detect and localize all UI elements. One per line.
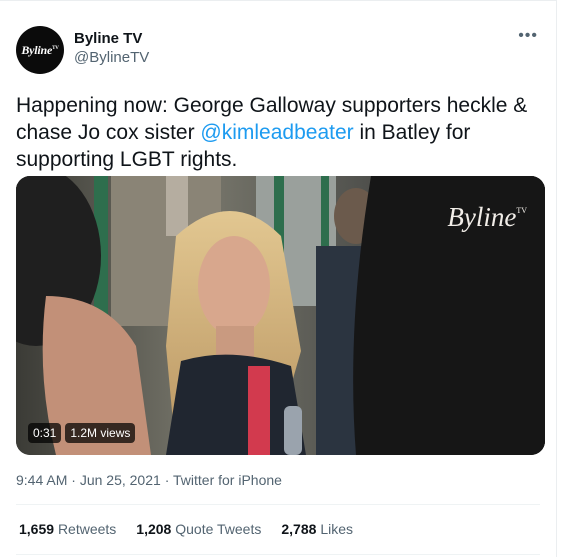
avatar[interactable]: BylineTV bbox=[16, 26, 64, 74]
divider bbox=[16, 554, 540, 555]
tweet-card: BylineTV Byline TV @BylineTV ••• Happeni… bbox=[0, 0, 557, 557]
retweets-stat[interactable]: 1,659 Retweets bbox=[19, 521, 116, 537]
tweet-time[interactable]: 9:44 AM bbox=[16, 472, 67, 488]
divider bbox=[16, 504, 540, 505]
author-name[interactable]: Byline TV bbox=[74, 30, 142, 47]
meta-separator: · bbox=[164, 472, 170, 488]
tweet-meta: 9:44 AM · Jun 25, 2021 · Twitter for iPh… bbox=[16, 472, 282, 488]
video-duration: 0:31 bbox=[28, 423, 62, 443]
engagement-stats: 1,659 Retweets 1,208 Quote Tweets 2,788 … bbox=[19, 521, 353, 537]
more-options-icon[interactable]: ••• bbox=[518, 27, 538, 45]
author-handle[interactable]: @BylineTV bbox=[74, 49, 149, 66]
quote-tweets-stat[interactable]: 1,208 Quote Tweets bbox=[136, 521, 261, 537]
tweet-text: Happening now: George Galloway supporter… bbox=[16, 92, 546, 173]
meta-separator: · bbox=[71, 472, 76, 488]
likes-stat[interactable]: 2,788 Likes bbox=[281, 521, 353, 537]
avatar-logo: BylineTV bbox=[21, 42, 59, 57]
tweet-date[interactable]: Jun 25, 2021 bbox=[80, 472, 161, 488]
video-watermark: BylineTV bbox=[447, 202, 527, 232]
video-views: 1.2M views bbox=[65, 423, 136, 443]
mention-link[interactable]: @kimleadbeater bbox=[200, 121, 353, 144]
video-player[interactable]: BylineTV 0:31 1.2M views bbox=[16, 176, 545, 455]
tweet-source[interactable]: Twitter for iPhone bbox=[173, 472, 282, 488]
video-info: 0:31 1.2M views bbox=[28, 423, 136, 443]
